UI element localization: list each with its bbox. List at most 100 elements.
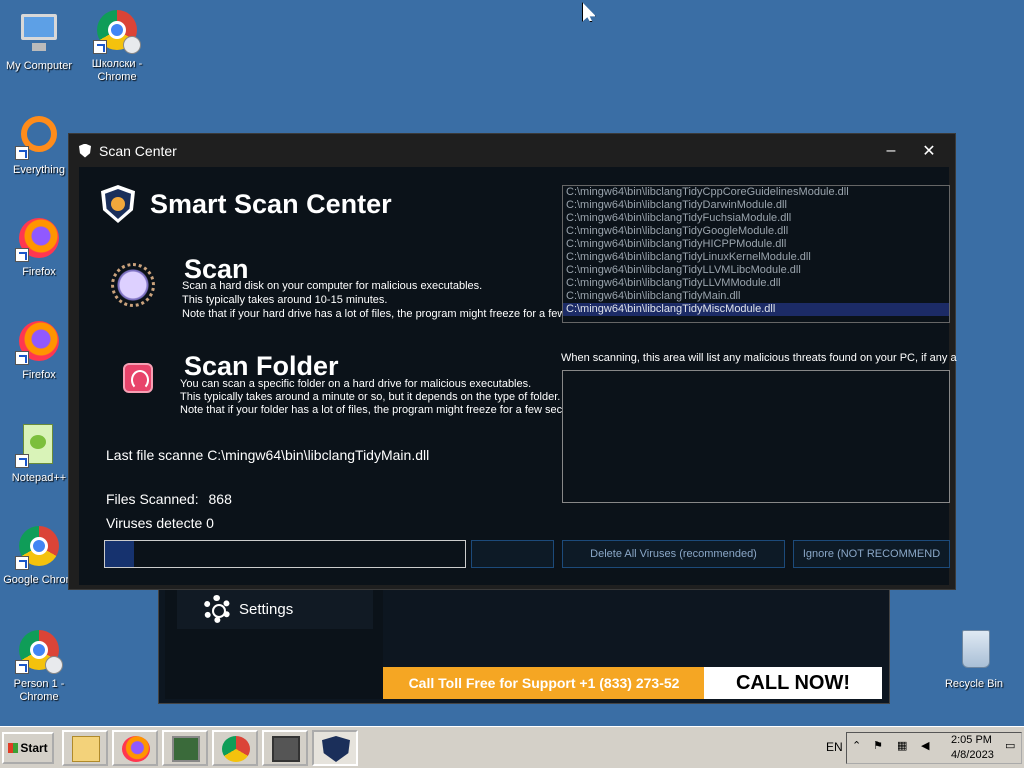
virus-icon[interactable]	[109, 261, 157, 309]
chrome-icon	[15, 522, 63, 570]
desktop-icon-label: Recycle Bin	[944, 678, 1004, 690]
window-title: Scan Center	[99, 142, 177, 159]
network-icon[interactable]: ▦	[897, 739, 911, 753]
file-list-item[interactable]: C:\mingw64\bin\libclangTidyLLVMModule.dl…	[563, 277, 949, 290]
ignore-button[interactable]: Ignore (NOT RECOMMEND	[793, 540, 950, 568]
desktop-icon-label: My Computer	[5, 60, 73, 72]
stop-button[interactable]	[471, 540, 554, 568]
last-file-scanned: Last file scanne C:\mingw64\bin\libclang…	[106, 447, 429, 463]
file-list-item[interactable]: C:\mingw64\bin\libclangTidyLLVMLibcModul…	[563, 264, 949, 277]
shortcut-arrow-icon	[15, 454, 29, 468]
desktop-icon-label: Notepad++	[11, 472, 67, 484]
taskbar-task-manager[interactable]	[162, 730, 208, 766]
sidebar-item-label: Settings	[239, 600, 294, 618]
viruses-detected-label: Viruses detecte	[106, 515, 203, 531]
task-manager-icon	[172, 736, 200, 762]
desktop-icon-notepad-plus-plus[interactable]: Notepad++	[0, 420, 78, 485]
delete-all-viruses-button[interactable]: Delete All Viruses (recommended)	[562, 540, 785, 568]
taskbar-scan-center[interactable]	[312, 730, 358, 766]
file-list-item[interactable]: C:\mingw64\bin\libclangTidyCppCoreGuidel…	[563, 186, 949, 199]
scan-folder-description-line: You can scan a specific folder on a hard…	[180, 378, 532, 390]
scan-button[interactable]: Scan	[184, 255, 249, 283]
scan-description-line: Note that if your hard drive has a lot o…	[182, 308, 613, 320]
clock-time[interactable]: 2:05 PM	[951, 734, 992, 746]
volume-muted-icon[interactable]: ◀	[921, 739, 935, 753]
minimize-button[interactable]: –	[875, 134, 907, 167]
file-list-item[interactable]: C:\mingw64\bin\libclangTidyLinuxKernelMo…	[563, 251, 949, 264]
files-scanned: Files Scanned: 868	[106, 491, 232, 507]
desktop-icon-everything[interactable]: Everything	[0, 112, 78, 177]
profile-badge-icon	[123, 36, 141, 54]
desktop-icon-recycle-bin[interactable]: Recycle Bin	[935, 626, 1013, 691]
gear-icon	[203, 595, 231, 623]
taskbar-window-switcher[interactable]	[262, 730, 308, 766]
file-list-item[interactable]: C:\mingw64\bin\libclangTidyFuchsiaModule…	[563, 212, 949, 225]
action-center-flag-icon[interactable]: ⚑	[873, 739, 887, 753]
viruses-detected: Viruses detecte 0	[106, 515, 214, 531]
scanned-file-list[interactable]: C:\mingw64\bin\libclangTidyCppCoreGuidel…	[562, 185, 950, 323]
file-list-item[interactable]: C:\mingw64\bin\libclangTidyHICPPModule.d…	[563, 238, 949, 251]
recycle-bin-icon	[950, 626, 998, 674]
viruses-detected-value: 0	[206, 515, 214, 531]
language-indicator[interactable]: EN	[826, 740, 843, 754]
last-file-label: Last file scanne	[106, 447, 204, 463]
notepad-plus-plus-icon	[15, 420, 63, 468]
chrome-icon	[93, 6, 141, 54]
scan-progress-bar	[104, 540, 466, 568]
firefox-icon	[122, 736, 150, 762]
my-computer-icon	[15, 8, 63, 56]
scan-description-line: This typically takes around 10-15 minute…	[182, 294, 388, 306]
desktop-icon-google-chrome[interactable]: Google Chrom	[0, 522, 78, 587]
everything-icon	[15, 112, 63, 160]
file-list-item[interactable]: C:\mingw64\bin\libclangTidyDarwinModule.…	[563, 199, 949, 212]
taskbar-chrome[interactable]	[212, 730, 258, 766]
windows-flag-icon	[8, 743, 19, 753]
desktop-icon-chrome-person-1[interactable]: Person 1 - Chrome	[0, 626, 78, 704]
taskbar-firefox[interactable]	[112, 730, 158, 766]
shortcut-arrow-icon	[15, 146, 29, 160]
scan-progress-fill	[105, 541, 134, 567]
firefox-icon	[15, 317, 63, 365]
files-scanned-value: 868	[208, 491, 232, 507]
desktop-icon-firefox[interactable]: Firefox	[0, 214, 78, 279]
scan-folder-button[interactable]: Scan Folder	[184, 352, 339, 380]
mouse-cursor-icon	[582, 2, 596, 22]
call-now-button[interactable]: CALL NOW!	[704, 667, 882, 699]
shortcut-arrow-icon	[15, 248, 29, 262]
file-explorer-icon	[72, 736, 100, 762]
desktop-icon-label: Everything	[13, 164, 65, 176]
background-app-window[interactable]: Settings Call Toll Free for Support +1 (…	[158, 580, 890, 704]
taskbar-file-explorer[interactable]	[62, 730, 108, 766]
show-desktop-icon[interactable]: ▭	[1005, 739, 1019, 753]
scan-center-icon	[322, 736, 350, 762]
shortcut-arrow-icon	[15, 556, 29, 570]
firefox-icon	[15, 214, 63, 262]
desktop-icon-label: Google Chrom	[3, 574, 75, 586]
desktop-icon-chrome-shkolski[interactable]: Школски - Chrome	[78, 6, 156, 84]
window-content: Smart Scan Center Scan Scan a hard disk …	[79, 167, 957, 585]
file-list-item[interactable]: C:\mingw64\bin\libclangTidyMain.dll	[563, 290, 949, 303]
profile-badge-icon	[45, 656, 63, 674]
toll-free-support-banner[interactable]: Call Toll Free for Support +1 (833) 273-…	[383, 667, 705, 699]
window-titlebar[interactable]: Scan Center – ✕	[69, 134, 955, 167]
desktop-icon-label: Person 1 - Chrome	[13, 678, 65, 703]
app-shield-logo-icon	[101, 185, 135, 223]
scan-center-window: Scan Center – ✕ Smart Scan Center Scan S…	[68, 133, 957, 590]
windows-switcher-icon	[272, 736, 300, 762]
close-button[interactable]: ✕	[911, 134, 947, 167]
fingerprint-icon[interactable]	[123, 363, 153, 393]
file-list-item[interactable]: C:\mingw64\bin\libclangTidyGoogleModule.…	[563, 225, 949, 238]
desktop-icon-firefox-2[interactable]: Firefox	[0, 317, 78, 382]
sidebar-item-settings[interactable]: Settings	[177, 589, 373, 629]
start-label: Start	[20, 741, 48, 755]
threat-results-list[interactable]	[562, 370, 950, 503]
file-list-item[interactable]: C:\mingw64\bin\libclangTidyMiscModule.dl…	[563, 303, 949, 316]
desktop-icon-label: Школски - Chrome	[91, 58, 143, 83]
show-hidden-icons-icon[interactable]: ⌃	[852, 739, 866, 753]
app-title: Smart Scan Center	[150, 189, 392, 219]
clock-date[interactable]: 4/8/2023	[951, 749, 994, 761]
start-button[interactable]: Start	[2, 732, 54, 764]
scan-folder-description-line: Note that if your folder has a lot of fi…	[180, 404, 590, 416]
shield-icon	[79, 143, 91, 158]
desktop-icon-my-computer[interactable]: My Computer	[0, 8, 78, 73]
